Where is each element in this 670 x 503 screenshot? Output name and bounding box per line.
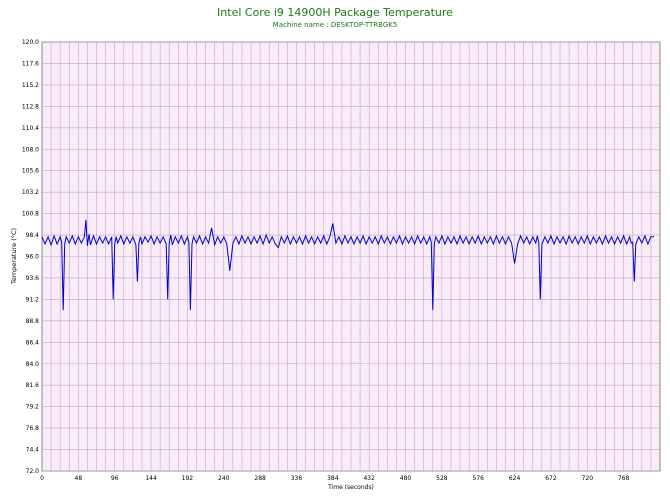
x-tick-label: 96 <box>111 475 119 482</box>
x-tick-label: 720 <box>582 475 594 482</box>
x-tick-label: 672 <box>545 475 557 482</box>
y-axis-ticks: 72.0 74.4 76.8 79.2 81.6 84.0 86.4 88.8 91.2 93.6… <box>22 39 39 475</box>
y-tick-label: 79.2 <box>26 404 40 411</box>
x-tick-label: 192 <box>182 475 194 482</box>
chart-root: Intel Core i9 14900H Package Temperature… <box>0 0 670 503</box>
y-tick-label: 108.0 <box>22 146 39 153</box>
y-tick-label: 115.2 <box>22 82 39 89</box>
y-tick-label: 81.6 <box>26 382 40 389</box>
y-tick-label: 103.2 <box>22 189 39 196</box>
x-axis-ticks: 0 48 96 144 192 240 288 336 384 432 480 528 576 624 67… <box>40 475 629 482</box>
x-tick-label: 624 <box>509 475 521 482</box>
y-tick-label: 96.0 <box>26 254 40 261</box>
y-tick-label: 117.6 <box>22 60 39 67</box>
y-tick-label: 110.4 <box>22 125 39 132</box>
y-tick-label: 105.6 <box>22 168 39 175</box>
x-tick-label: 0 <box>40 475 44 482</box>
chart-svg: 72.0 74.4 76.8 79.2 81.6 84.0 86.4 88.8 91.2 93.6… <box>10 39 661 491</box>
grid-layer <box>42 41 660 472</box>
x-tick-label: 144 <box>145 475 157 482</box>
x-tick-label: 336 <box>291 475 303 482</box>
x-tick-label: 480 <box>400 475 412 482</box>
x-tick-label: 768 <box>618 475 630 482</box>
y-tick-label: 112.8 <box>22 103 39 110</box>
x-tick-label: 384 <box>327 475 339 482</box>
y-tick-label: 100.8 <box>22 211 39 218</box>
y-tick-label: 86.4 <box>26 339 40 346</box>
y-tick-label: 88.8 <box>26 318 40 325</box>
y-tick-label: 72.0 <box>26 468 40 475</box>
x-tick-label: 528 <box>436 475 448 482</box>
y-axis-label: Temperature (°C) <box>10 228 18 285</box>
y-tick-label: 91.2 <box>26 296 40 303</box>
x-tick-label: 240 <box>218 475 230 482</box>
y-tick-label: 76.8 <box>26 425 40 432</box>
x-tick-label: 48 <box>75 475 83 482</box>
x-tick-label: 576 <box>473 475 485 482</box>
x-axis-label: Time (seconds) <box>327 484 374 491</box>
y-tick-label: 93.6 <box>26 275 40 282</box>
y-tick-label: 84.0 <box>26 361 40 368</box>
y-tick-label: 74.4 <box>26 447 40 454</box>
y-tick-label: 120.0 <box>22 39 39 46</box>
y-tick-label: 98.4 <box>26 232 40 239</box>
x-tick-label: 288 <box>254 475 266 482</box>
x-tick-label: 432 <box>363 475 375 482</box>
